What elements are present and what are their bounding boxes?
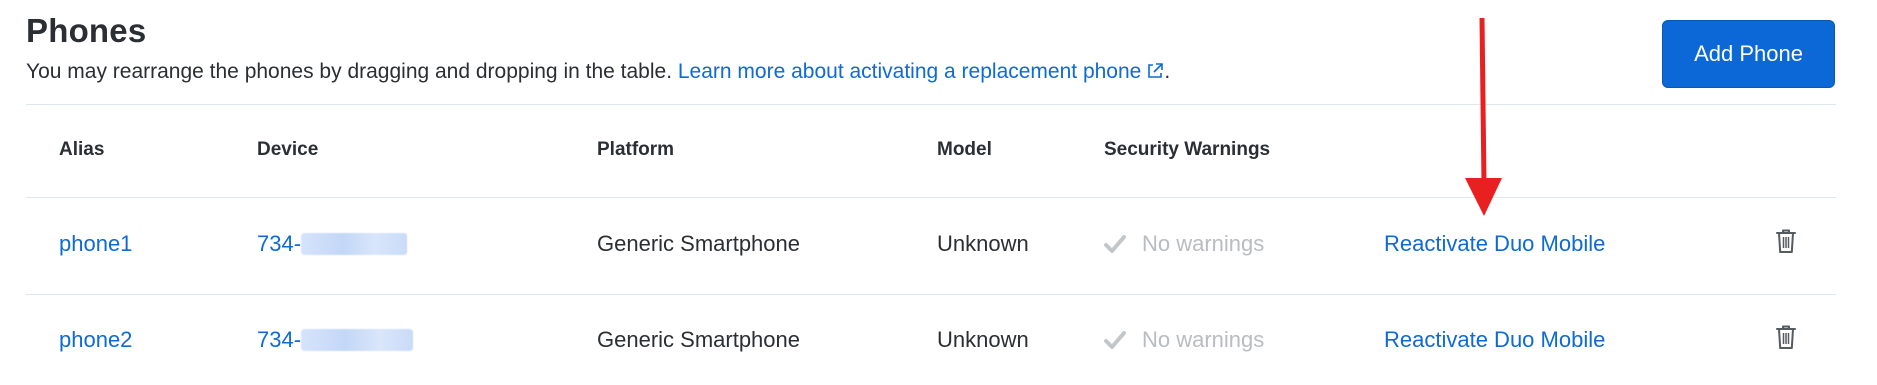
column-header-device: Device bbox=[257, 139, 319, 160]
column-header-platform: Platform bbox=[597, 139, 675, 160]
page-title: Phones bbox=[26, 12, 147, 49]
platform-cell: Generic Smartphone bbox=[597, 327, 800, 352]
column-header-security-warnings: Security Warnings bbox=[1104, 139, 1271, 160]
add-phone-button[interactable]: Add Phone bbox=[1662, 20, 1835, 88]
external-link-icon bbox=[1148, 63, 1164, 78]
device-link[interactable]: 734- bbox=[257, 231, 408, 257]
device-link[interactable]: 734- bbox=[257, 327, 414, 353]
check-icon bbox=[1104, 235, 1126, 253]
description-period: . bbox=[1164, 60, 1171, 83]
reactivate-duo-mobile-link[interactable]: Reactivate Duo Mobile bbox=[1384, 231, 1605, 257]
column-header-model: Model bbox=[937, 139, 992, 160]
redacted-phone-number bbox=[301, 233, 408, 255]
alias-link[interactable]: phone2 bbox=[59, 327, 132, 353]
check-icon bbox=[1104, 331, 1126, 349]
alias-link[interactable]: phone1 bbox=[59, 231, 132, 257]
table-header-divider bbox=[26, 197, 1836, 198]
learn-more-link[interactable]: Learn more about activating a replacemen… bbox=[678, 60, 1164, 83]
table-row-divider bbox=[26, 294, 1836, 295]
device-number-prefix: 734- bbox=[257, 231, 302, 256]
table-top-border bbox=[26, 104, 1836, 105]
section-description: You may rearrange the phones by dragging… bbox=[26, 60, 1170, 84]
security-warnings-cell: No warnings bbox=[1142, 231, 1265, 256]
model-cell: Unknown bbox=[937, 231, 1029, 256]
annotation-arrow-icon bbox=[1465, 18, 1502, 216]
reactivate-duo-mobile-link[interactable]: Reactivate Duo Mobile bbox=[1384, 327, 1605, 353]
description-text: You may rearrange the phones by dragging… bbox=[26, 60, 673, 83]
device-number-prefix: 734- bbox=[257, 327, 302, 352]
trash-icon[interactable] bbox=[1775, 324, 1797, 350]
column-header-alias: Alias bbox=[59, 139, 105, 160]
platform-cell: Generic Smartphone bbox=[597, 231, 800, 256]
trash-icon[interactable] bbox=[1775, 228, 1797, 254]
redacted-phone-number bbox=[301, 329, 414, 351]
model-cell: Unknown bbox=[937, 327, 1029, 352]
security-warnings-cell: No warnings bbox=[1142, 327, 1265, 352]
learn-more-link-label: Learn more about activating a replacemen… bbox=[677, 60, 1142, 83]
